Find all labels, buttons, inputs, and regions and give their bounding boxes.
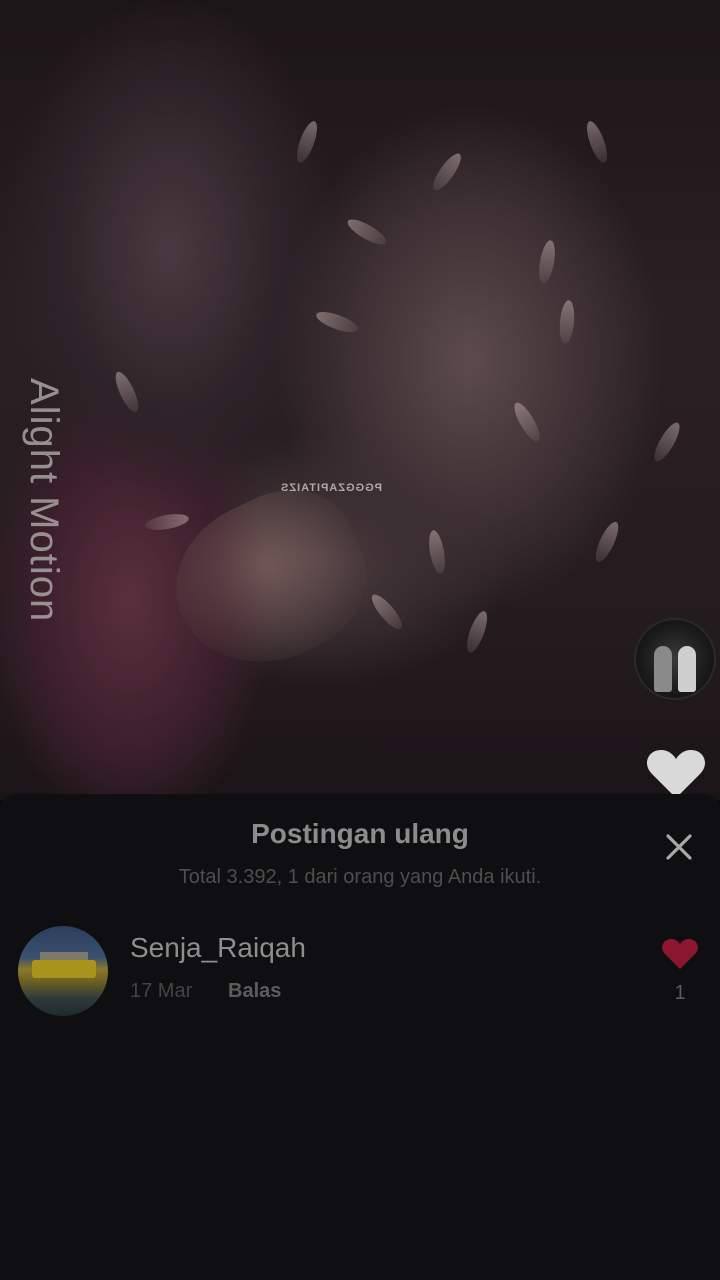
- video-player[interactable]: PGGGZAPITAIZS Alight Motion: [0, 0, 720, 800]
- feather-decoration: [426, 529, 448, 575]
- feather-decoration: [591, 519, 623, 565]
- username[interactable]: Senja_Raiqah: [130, 932, 306, 964]
- feather-decoration: [582, 118, 612, 166]
- feather-decoration: [292, 118, 322, 166]
- avatar[interactable]: [18, 926, 108, 1016]
- feather-decoration: [536, 239, 558, 285]
- reply-button[interactable]: Balas: [228, 980, 281, 1003]
- repost-total-text: Total 3.392, 1 dari orang yang Anda ikut…: [178, 866, 542, 888]
- feather-decoration: [509, 399, 545, 445]
- feather-decoration: [558, 299, 576, 345]
- feather-decoration: [344, 214, 390, 250]
- like-count: 1: [674, 982, 686, 1004]
- overlay-text: PGGGZAPITAIZS: [280, 482, 383, 494]
- feather-decoration: [313, 307, 361, 337]
- heart-icon[interactable]: [662, 938, 698, 970]
- feather-decoration: [428, 149, 466, 195]
- alight-motion-watermark: Alight Motion: [22, 378, 66, 623]
- reposts-sheet: Postingan ulang Total 3.392, 1 dari oran…: [0, 794, 720, 1280]
- sheet-title: Postingan ulang: [251, 818, 469, 849]
- close-icon[interactable]: [660, 828, 698, 866]
- list-item[interactable]: Senja_Raiqah 17 Mar Balas 1: [0, 922, 720, 1018]
- like-heart-icon[interactable]: [646, 748, 706, 800]
- feather-decoration: [144, 511, 190, 533]
- feather-decoration: [649, 419, 685, 465]
- music-disc-icon[interactable]: [634, 618, 716, 700]
- feather-decoration: [111, 369, 143, 415]
- feather-decoration: [462, 608, 492, 656]
- feather-decoration: [367, 590, 407, 634]
- repost-date: 17 Mar: [130, 980, 193, 1002]
- hand-image-region: [150, 467, 390, 693]
